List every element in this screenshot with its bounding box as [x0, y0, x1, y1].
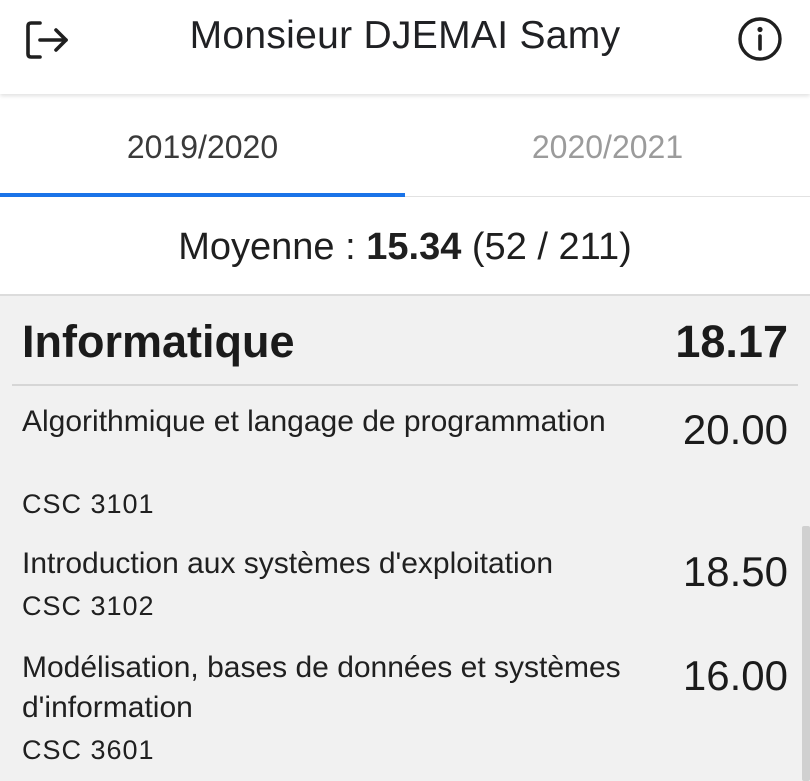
- average-label: Moyenne :: [178, 226, 356, 268]
- course-item[interactable]: Algorithmique et langage de programmatio…: [22, 402, 788, 519]
- course-item[interactable]: Introduction aux systèmes d'exploitation…: [22, 544, 788, 624]
- course-score: 18.50: [682, 548, 788, 595]
- unit-score: 18.17: [675, 316, 788, 367]
- course-name: Algorithmique et langage de programmatio…: [22, 405, 606, 438]
- unit-name: Informatique: [22, 316, 295, 367]
- average-summary: Moyenne : 15.34 (52 / 211): [0, 197, 810, 296]
- grades-panel: Informatique 18.17 Algorithmique et lang…: [0, 296, 810, 781]
- divider: [12, 384, 798, 386]
- course-name: Introduction aux systèmes d'exploitation: [22, 547, 554, 580]
- info-icon[interactable]: [737, 16, 783, 62]
- scrollbar[interactable]: [802, 526, 810, 781]
- tab-2020-2021[interactable]: 2020/2021: [405, 96, 810, 196]
- course-name: Modélisation, bases de données et systèm…: [22, 651, 621, 724]
- average-value: 15.34: [366, 226, 462, 268]
- course-item[interactable]: Modélisation, bases de données et systèm…: [22, 648, 788, 768]
- course-code: CSC 3601: [22, 735, 155, 765]
- course-code: CSC 3101: [22, 489, 155, 519]
- unit-header[interactable]: Informatique 18.17: [22, 316, 788, 376]
- course-score: 20.00: [682, 406, 788, 453]
- year-tabs: 2019/2020 2020/2021: [0, 96, 810, 197]
- tab-2019-2020[interactable]: 2019/2020: [0, 96, 405, 196]
- course-score: 16.00: [682, 652, 788, 699]
- app-bar: Monsieur DJEMAI Samy: [0, 0, 810, 94]
- course-code: CSC 3102: [22, 591, 155, 621]
- page-title: Monsieur DJEMAI Samy: [189, 14, 621, 57]
- average-rank: (52 / 211): [471, 226, 632, 268]
